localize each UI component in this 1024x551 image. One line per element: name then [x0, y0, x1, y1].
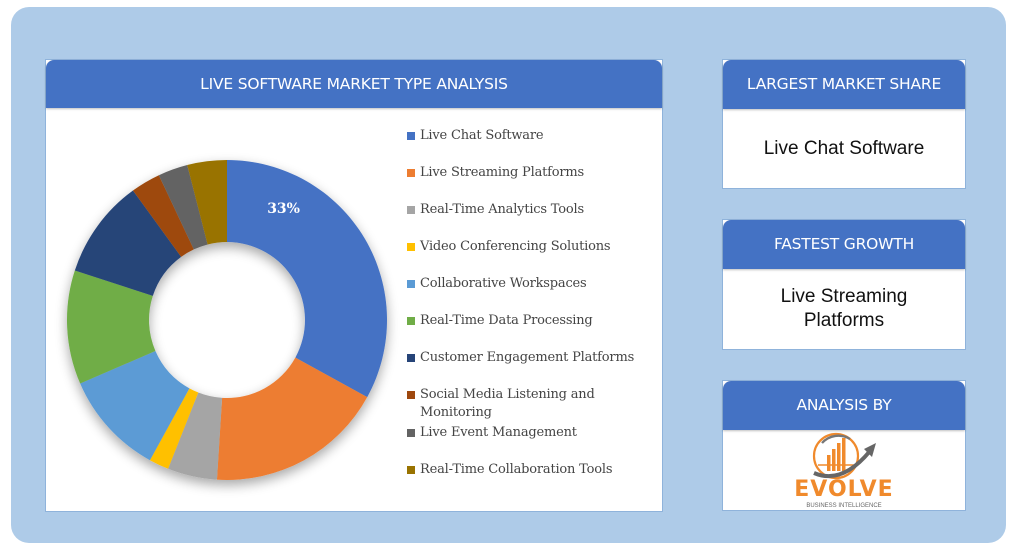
legend-item: Real-Time Data Processing: [407, 312, 647, 330]
fastest-growth-value: Live Streaming Platforms: [780, 286, 908, 331]
fastest-growth-card: FASTEST GROWTH Live Streaming Platforms: [723, 220, 965, 349]
legend-swatch: [407, 206, 415, 214]
legend-swatch: [407, 243, 415, 251]
legend-swatch: [407, 169, 415, 177]
market-type-analysis-title: LIVE SOFTWARE MARKET TYPE ANALYSIS: [46, 60, 662, 108]
legend-swatch: [407, 317, 415, 325]
legend-swatch: [407, 391, 415, 399]
legend-item: Live Event Management: [407, 424, 647, 442]
data-label: 33%: [267, 201, 300, 217]
legend-label: Collaborative Workspaces: [420, 276, 587, 291]
largest-market-share-card: LARGEST MARKET SHARE Live Chat Software: [723, 60, 965, 188]
legend-item: Social Media Listening and Monitoring: [407, 386, 647, 422]
legend-label: Live Streaming Platforms: [420, 165, 584, 180]
legend-item: Real-Time Analytics Tools: [407, 201, 647, 219]
fastest-growth-title: FASTEST GROWTH: [723, 220, 965, 269]
legend-label: Live Chat Software: [420, 128, 544, 143]
donut-slice-live-chat-software: [227, 160, 387, 398]
legend-item: Collaborative Workspaces: [407, 275, 647, 293]
legend-label: Social Media Listening and Monitoring: [420, 387, 595, 420]
legend-label: Customer Engagement Platforms: [420, 350, 635, 365]
largest-market-share-title: LARGEST MARKET SHARE: [723, 60, 965, 109]
legend-item: Customer Engagement Platforms: [407, 349, 647, 367]
legend-item: Video Conferencing Solutions: [407, 238, 647, 256]
legend-swatch: [407, 429, 415, 437]
legend-label: Live Event Management: [420, 425, 577, 440]
legend-label: Video Conferencing Solutions: [420, 239, 611, 254]
legend-item: Live Streaming Platforms: [407, 164, 647, 182]
legend-label: Real-Time Collaboration Tools: [420, 462, 613, 477]
analysis-by-card: ANALYSIS BY EVOLVE BUSINESS INTELLIGENCE: [723, 381, 965, 510]
logo-tagline: BUSINESS INTELLIGENCE: [806, 503, 882, 509]
legend-label: Real-Time Analytics Tools: [420, 202, 584, 217]
legend-swatch: [407, 280, 415, 288]
evolve-logo: EVOLVE BUSINESS INTELLIGENCE: [784, 429, 904, 511]
analysis-by-title: ANALYSIS BY: [723, 381, 965, 430]
analysis-by-body: EVOLVE BUSINESS INTELLIGENCE: [723, 430, 965, 510]
legend-label: Real-Time Data Processing: [420, 313, 593, 328]
legend-swatch: [407, 132, 415, 140]
legend-swatch: [407, 354, 415, 362]
largest-market-share-value: Live Chat Software: [763, 137, 925, 159]
market-type-analysis-card: LIVE SOFTWARE MARKET TYPE ANALYSIS 33% L…: [46, 60, 662, 511]
legend-item: Live Chat Software: [407, 127, 647, 145]
donut-slices: [67, 160, 387, 480]
logo-wordmark: EVOLVE: [794, 477, 894, 502]
legend-item: Real-Time Collaboration Tools: [407, 461, 647, 479]
legend-swatch: [407, 466, 415, 474]
